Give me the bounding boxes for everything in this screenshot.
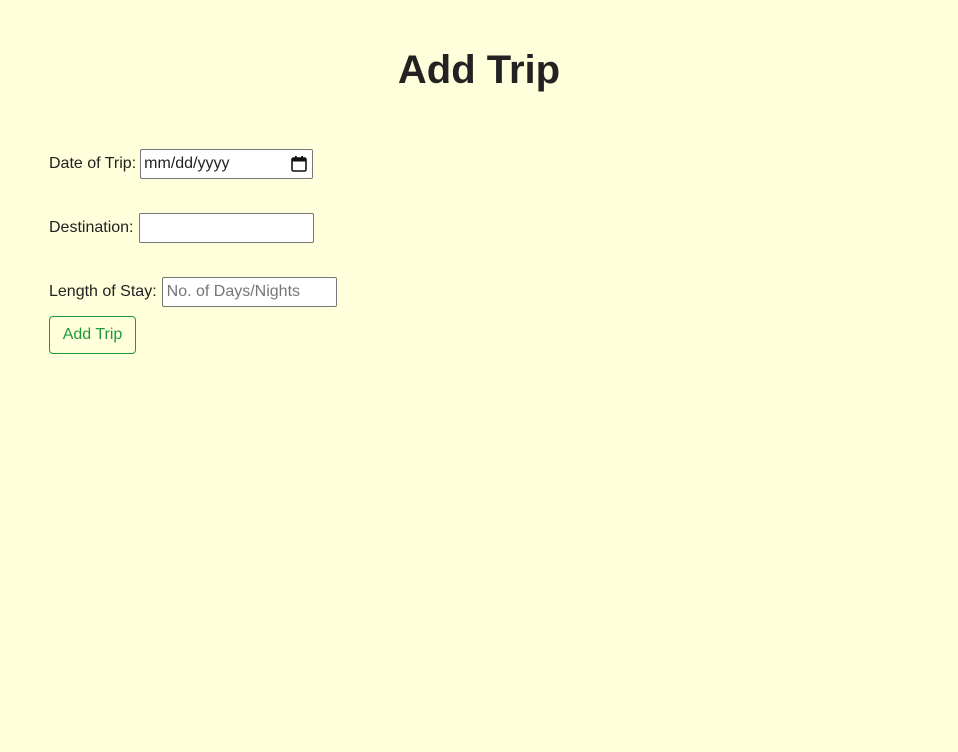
page-title: Add Trip [397,48,561,92]
length-of-stay-label: Length of Stay: [49,283,157,300]
add-trip-button[interactable]: Add Trip [49,316,136,354]
date-field[interactable]: mm/dd/yyyy [140,149,314,179]
destination-row: Destination: [49,213,314,243]
length-of-stay-field[interactable] [161,277,337,307]
date-field-value: mm/dd/yyyy [144,155,230,172]
date-row: Date of Trip: mm/dd/yyyy [49,149,314,179]
calendar-icon[interactable] [290,155,308,173]
date-label: Date of Trip: [49,155,137,172]
length-of-stay-row: Length of Stay: [49,277,337,307]
destination-label: Destination: [49,219,134,236]
destination-field[interactable] [138,213,314,243]
